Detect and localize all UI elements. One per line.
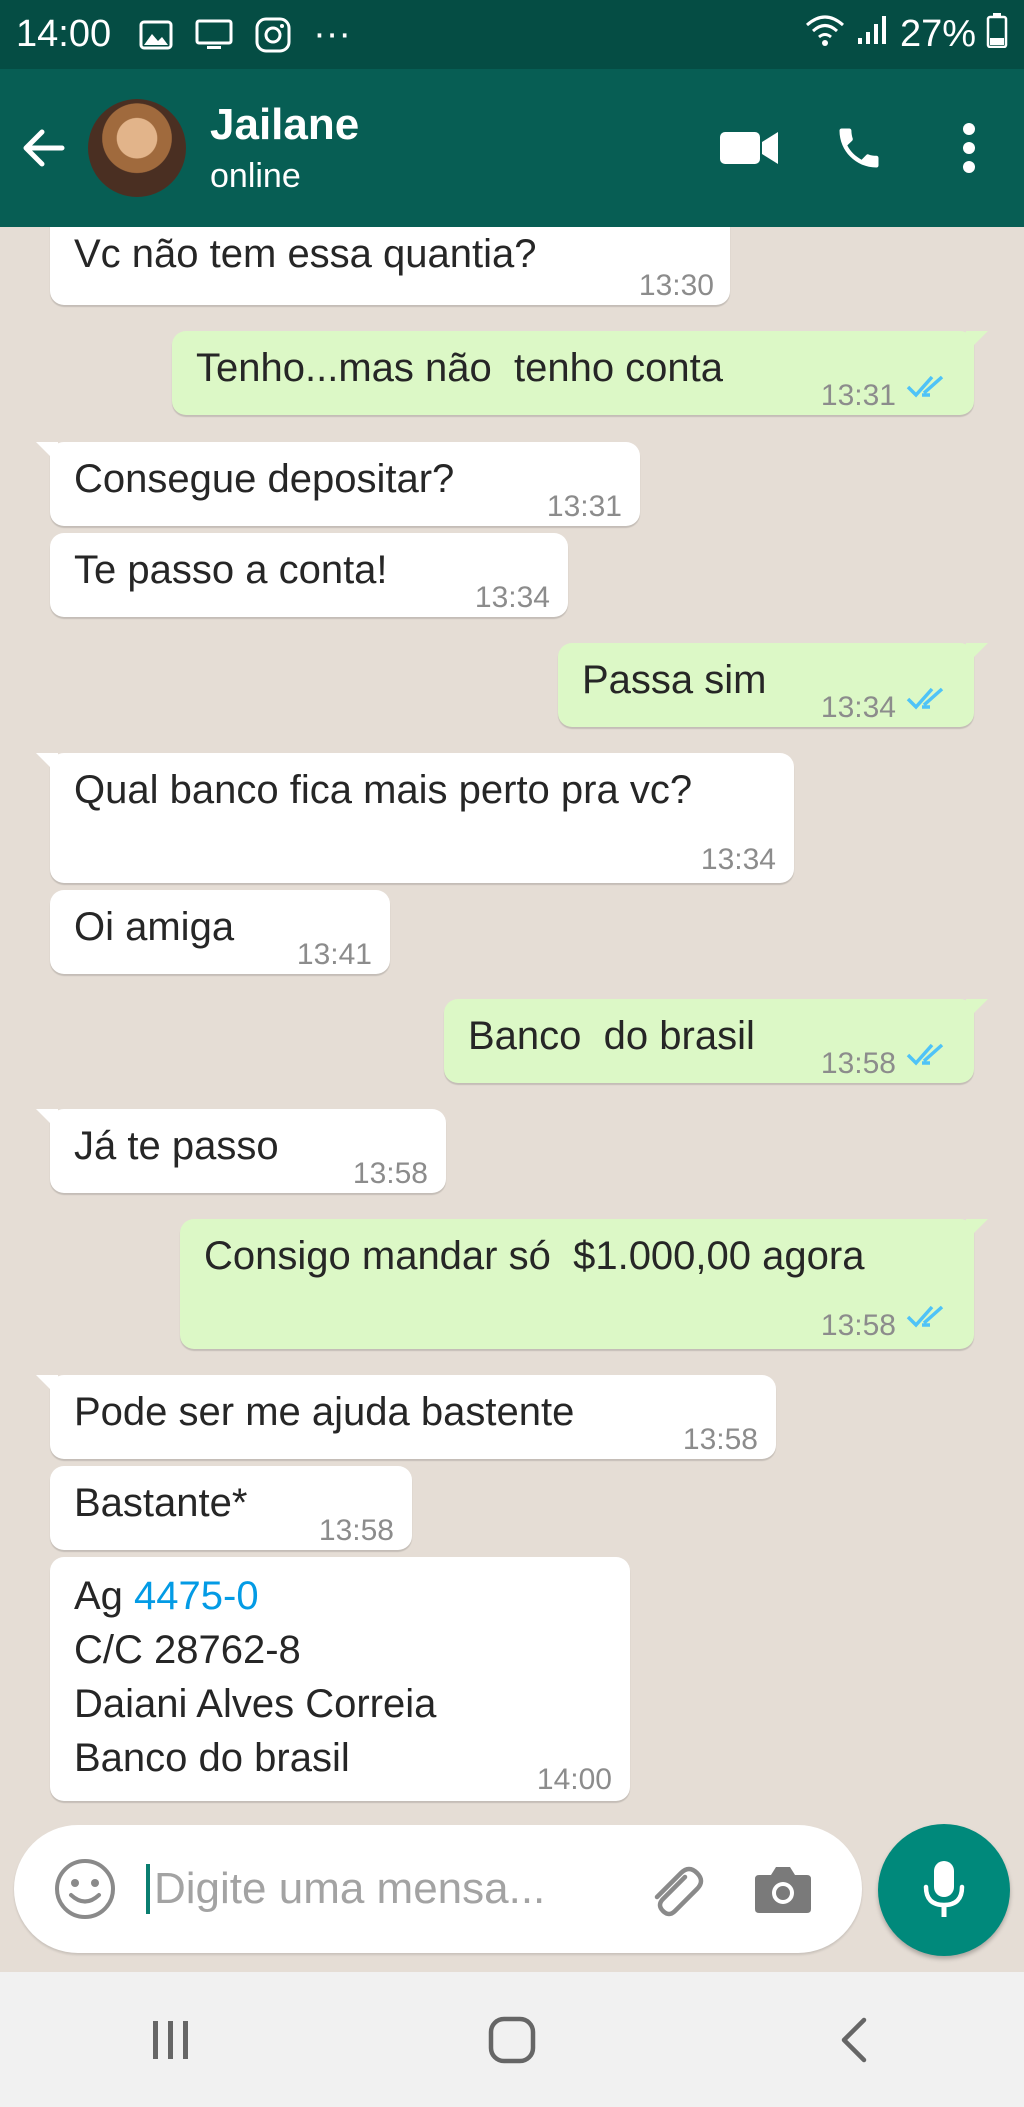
chat-header: Jailane online (0, 69, 1024, 227)
more-options-button[interactable] (914, 93, 1024, 203)
message-incoming[interactable]: Pode ser me ajuda bastente 13:58 (36, 1375, 776, 1459)
message-time: 14:00 (536, 1763, 612, 1796)
message-time: 13:30 (638, 269, 714, 302)
message-line: C/C 28762-8 (74, 1628, 301, 1672)
read-receipt-icon (906, 1305, 944, 1328)
message-composer (14, 1825, 862, 1953)
message-time: 13:34 (700, 843, 776, 876)
message-text: Já te passo (74, 1124, 279, 1168)
microphone-icon (923, 1861, 965, 1917)
back-arrow-icon (23, 129, 65, 167)
message-text: Vc não tem essa quantia? (74, 232, 537, 276)
camera-button[interactable] (738, 1844, 828, 1934)
paperclip-icon (654, 1866, 704, 1917)
system-navigation-bar (0, 1972, 1024, 2107)
account-agency-label: Ag (74, 1574, 135, 1618)
message-incoming[interactable]: Consegue depositar? 13:31 (36, 442, 640, 526)
voice-message-button[interactable] (878, 1824, 1010, 1956)
home-icon (488, 2016, 536, 2063)
message-time: 13:58 (820, 1047, 896, 1080)
message-input[interactable] (146, 1864, 616, 1914)
message-time: 13:34 (474, 581, 550, 614)
message-text: Bastante* (74, 1481, 248, 1525)
message-incoming[interactable]: Vc não tem essa quantia? 13:30 (50, 227, 730, 305)
instagram-icon (255, 17, 291, 53)
message-time: 13:34 (820, 691, 896, 724)
message-text: Pode ser me ajuda bastente (74, 1390, 575, 1434)
message-outgoing[interactable]: Banco do brasil 13:58 (444, 999, 988, 1083)
message-incoming[interactable]: Já te passo 13:58 (36, 1109, 446, 1193)
wifi-icon (804, 13, 846, 57)
message-outgoing[interactable]: Tenho...mas não tenho conta 13:31 (172, 331, 988, 415)
contact-info[interactable]: Jailane online (210, 100, 359, 196)
message-text: Consegue depositar? (74, 457, 455, 501)
signal-icon (856, 13, 890, 56)
home-button[interactable] (452, 1990, 572, 2090)
attach-button[interactable] (628, 1844, 718, 1934)
message-time: 13:58 (318, 1514, 394, 1547)
message-text: Te passo a conta! (74, 548, 388, 592)
read-receipt-icon (906, 1043, 944, 1066)
message-text: Passa sim (582, 658, 767, 702)
contact-status: online (210, 156, 301, 195)
phone-icon (839, 128, 879, 168)
message-line: Banco do brasil (74, 1736, 350, 1780)
status-time: 14:00 (16, 13, 112, 55)
more-notifications-icon: ··· (313, 13, 352, 55)
read-receipt-icon (906, 375, 944, 398)
message-line: Ag 4475-0 (74, 1569, 259, 1623)
message-text: Banco do brasil (468, 1014, 755, 1058)
message-text: Oi amiga (74, 905, 235, 949)
emoji-icon (55, 1859, 115, 1919)
avatar[interactable] (88, 99, 186, 197)
message-text: Tenho...mas não tenho conta (196, 346, 724, 390)
video-call-button[interactable] (694, 93, 804, 203)
battery-icon (986, 12, 1008, 58)
message-incoming[interactable]: Oi amiga 13:41 (50, 890, 390, 974)
message-time: 13:41 (296, 938, 372, 971)
message-time: 13:58 (820, 1309, 896, 1342)
status-bar: 14:00 ··· 27% (0, 0, 1024, 69)
recent-apps-icon (152, 2020, 188, 2059)
screen-icon (195, 19, 233, 51)
message-incoming[interactable]: Bastante* 13:58 (50, 1466, 412, 1550)
message-line: Daiani Alves Correia (74, 1682, 437, 1726)
message-list[interactable]: Vc não tem essa quantia? 13:30 Tenho...m… (0, 227, 1024, 1825)
read-receipt-icon (906, 687, 944, 710)
message-time: 13:31 (820, 379, 896, 412)
camera-icon (755, 1867, 811, 1913)
back-nav-button[interactable] (793, 1990, 913, 2090)
message-incoming[interactable]: Qual banco fica mais perto pra vc? 13:34 (36, 753, 794, 883)
chevron-left-icon (842, 2017, 867, 2062)
contact-name: Jailane (210, 100, 360, 150)
battery-level: 27% (899, 13, 976, 55)
gallery-icon (139, 20, 173, 50)
emoji-button[interactable] (46, 1850, 124, 1928)
message-outgoing[interactable]: Passa sim 13:34 (558, 643, 988, 727)
message-incoming[interactable]: Te passo a conta! 13:34 (50, 533, 568, 617)
voice-call-button[interactable] (804, 93, 914, 203)
recent-apps-button[interactable] (111, 1990, 231, 2090)
message-incoming[interactable]: Ag 4475-0 C/C 28762-8 Daiani Alves Corre… (50, 1557, 630, 1801)
message-text: Consigo mandar só $1.000,00 agora (204, 1234, 865, 1278)
back-button[interactable] (0, 69, 88, 227)
video-camera-icon (720, 132, 778, 164)
message-time: 13:58 (352, 1157, 428, 1190)
agency-number-link[interactable]: 4475-0 (134, 1574, 259, 1618)
kebab-menu-icon (963, 123, 975, 173)
message-outgoing[interactable]: Consigo mandar só $1.000,00 agora 13:58 (180, 1219, 988, 1349)
message-text: Qual banco fica mais perto pra vc? (74, 768, 693, 812)
message-time: 13:58 (682, 1423, 758, 1456)
message-time: 13:31 (546, 490, 622, 523)
